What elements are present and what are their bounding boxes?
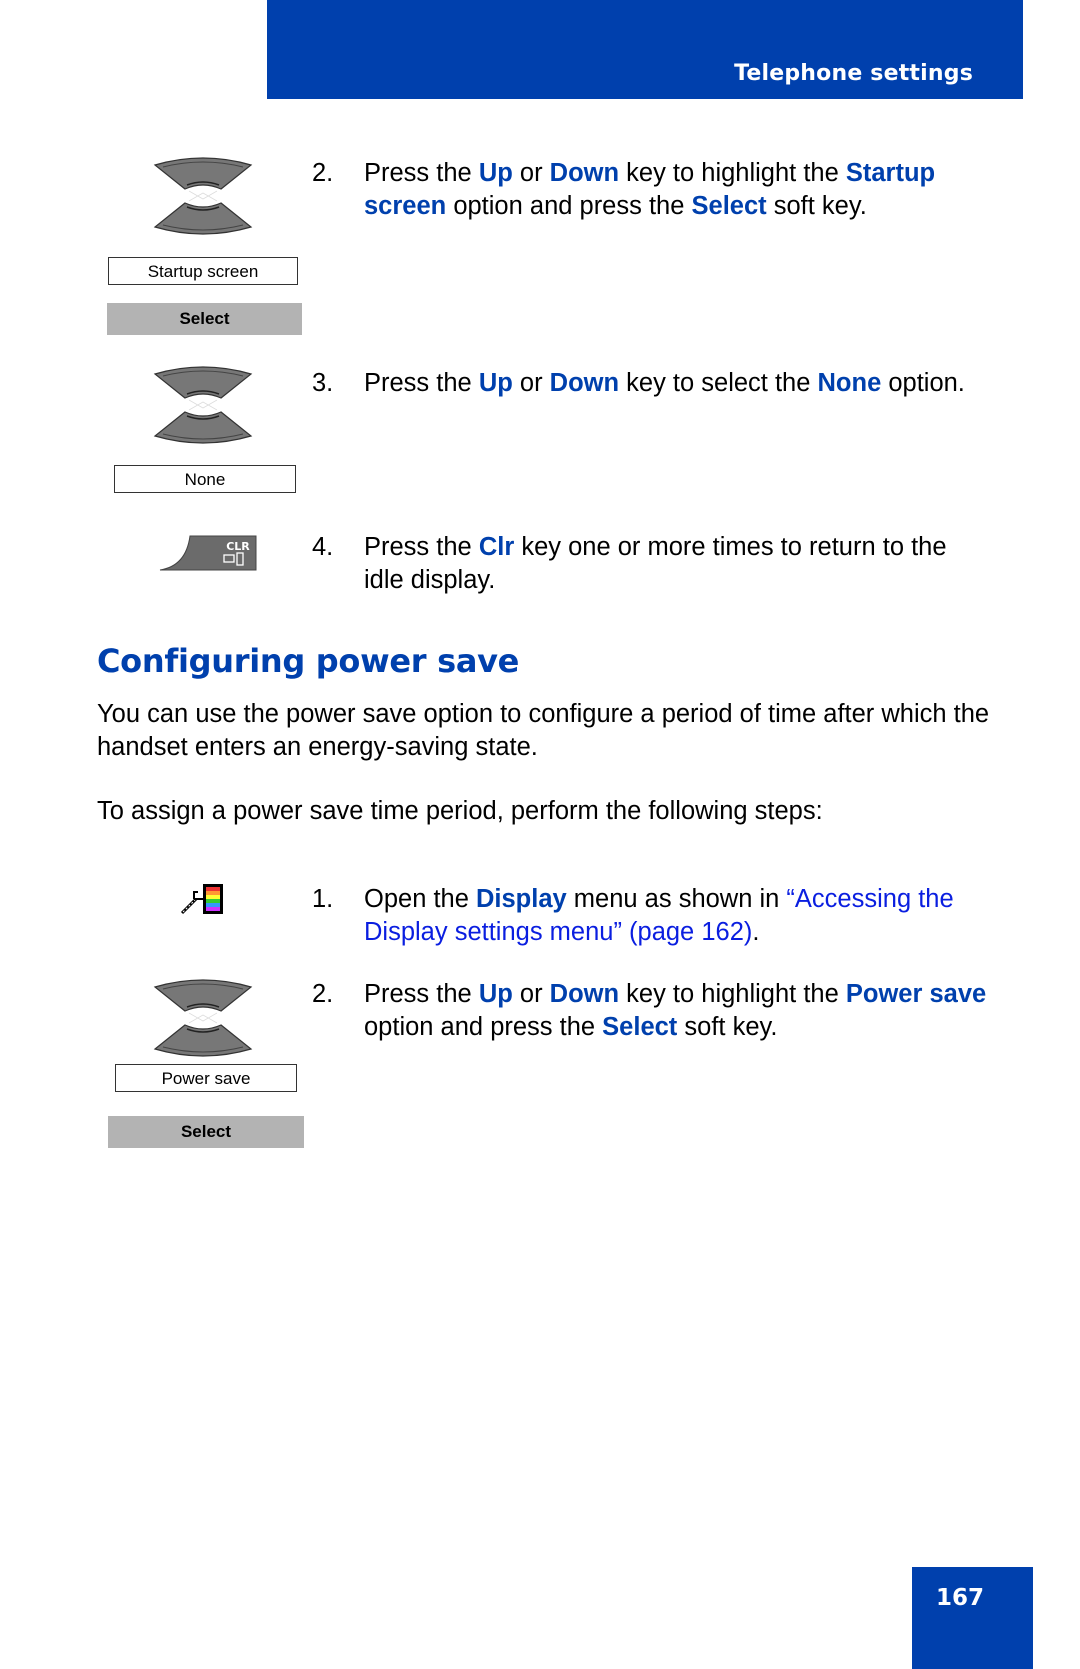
key-clr: Clr: [478, 533, 515, 561]
step-number: 3.: [312, 369, 334, 397]
up-down-navigation-key-icon: [153, 366, 253, 444]
step-3-none: 3. Press the Up or Down key to select th…: [312, 367, 992, 400]
menu-display: Display: [476, 885, 567, 913]
screen-option-startup: Startup screen: [108, 257, 298, 285]
up-down-navigation-key-icon: [153, 157, 253, 235]
screen-option-none: None: [114, 465, 296, 493]
step-number: 4.: [312, 533, 334, 561]
text: key to highlight the: [619, 159, 846, 187]
key-up: Up: [478, 980, 513, 1008]
key-select: Select: [691, 192, 767, 220]
key-down: Down: [549, 980, 620, 1008]
clear-key-icon: CLR: [159, 535, 257, 571]
screen-option-power-save: Power save: [115, 1064, 297, 1092]
text: key to highlight the: [619, 980, 846, 1008]
intro-paragraph: You can use the power save option to con…: [97, 700, 990, 761]
text: Open the: [364, 885, 476, 913]
step-number: 2.: [312, 980, 334, 1008]
key-down: Down: [549, 369, 620, 397]
step-text: Press the Clr key one or more times to r…: [364, 531, 992, 597]
step-number: 2.: [312, 159, 334, 187]
clr-key-label: CLR: [226, 540, 250, 553]
text: key to select the: [619, 369, 818, 397]
text: or: [512, 159, 550, 187]
page-number: 167: [936, 1585, 985, 1611]
text: option and press the: [364, 1013, 603, 1041]
option-power-save: Power save: [845, 980, 987, 1008]
option-none: None: [817, 369, 882, 397]
key-select: Select: [602, 1013, 678, 1041]
step-1-display: 1. Open the Display menu as shown in “Ac…: [312, 883, 992, 949]
text: .: [752, 918, 760, 946]
text: or: [512, 980, 550, 1008]
step-2-startup: 2. Press the Up or Down key to highlight…: [312, 157, 992, 223]
key-up: Up: [478, 159, 513, 187]
section-heading: Configuring power save: [97, 642, 520, 680]
display-settings-icon: [180, 884, 223, 915]
step-number: 1.: [312, 885, 334, 913]
step-text: Press the Up or Down key to select the N…: [364, 367, 992, 400]
text: soft key.: [677, 1013, 778, 1041]
text: Press the: [364, 369, 479, 397]
lead-in-paragraph: To assign a power save time period, perf…: [97, 797, 823, 825]
header-bar: Telephone settings: [267, 0, 1023, 99]
step-text: Press the Up or Down key to highlight th…: [364, 157, 992, 223]
text: Press the: [364, 159, 479, 187]
softkey-select-2[interactable]: Select: [108, 1116, 304, 1148]
step-text: Open the Display menu as shown in “Acces…: [364, 883, 992, 949]
key-down: Down: [549, 159, 620, 187]
step-2-power-save: 2. Press the Up or Down key to highlight…: [312, 978, 992, 1044]
text: option and press the: [446, 192, 692, 220]
text: menu as shown in: [566, 885, 787, 913]
text: option.: [881, 369, 965, 397]
key-up: Up: [478, 369, 513, 397]
page-number-box: 167: [912, 1567, 1033, 1669]
step-4-clr: 4. Press the Clr key one or more times t…: [312, 531, 992, 597]
text: Press the: [364, 533, 479, 561]
softkey-select-1[interactable]: Select: [107, 303, 302, 335]
text: Press the: [364, 980, 479, 1008]
up-down-navigation-key-icon: [153, 979, 253, 1057]
text: soft key.: [766, 192, 867, 220]
step-text: Press the Up or Down key to highlight th…: [364, 978, 992, 1044]
section-title: Telephone settings: [734, 61, 973, 86]
text: or: [512, 369, 550, 397]
